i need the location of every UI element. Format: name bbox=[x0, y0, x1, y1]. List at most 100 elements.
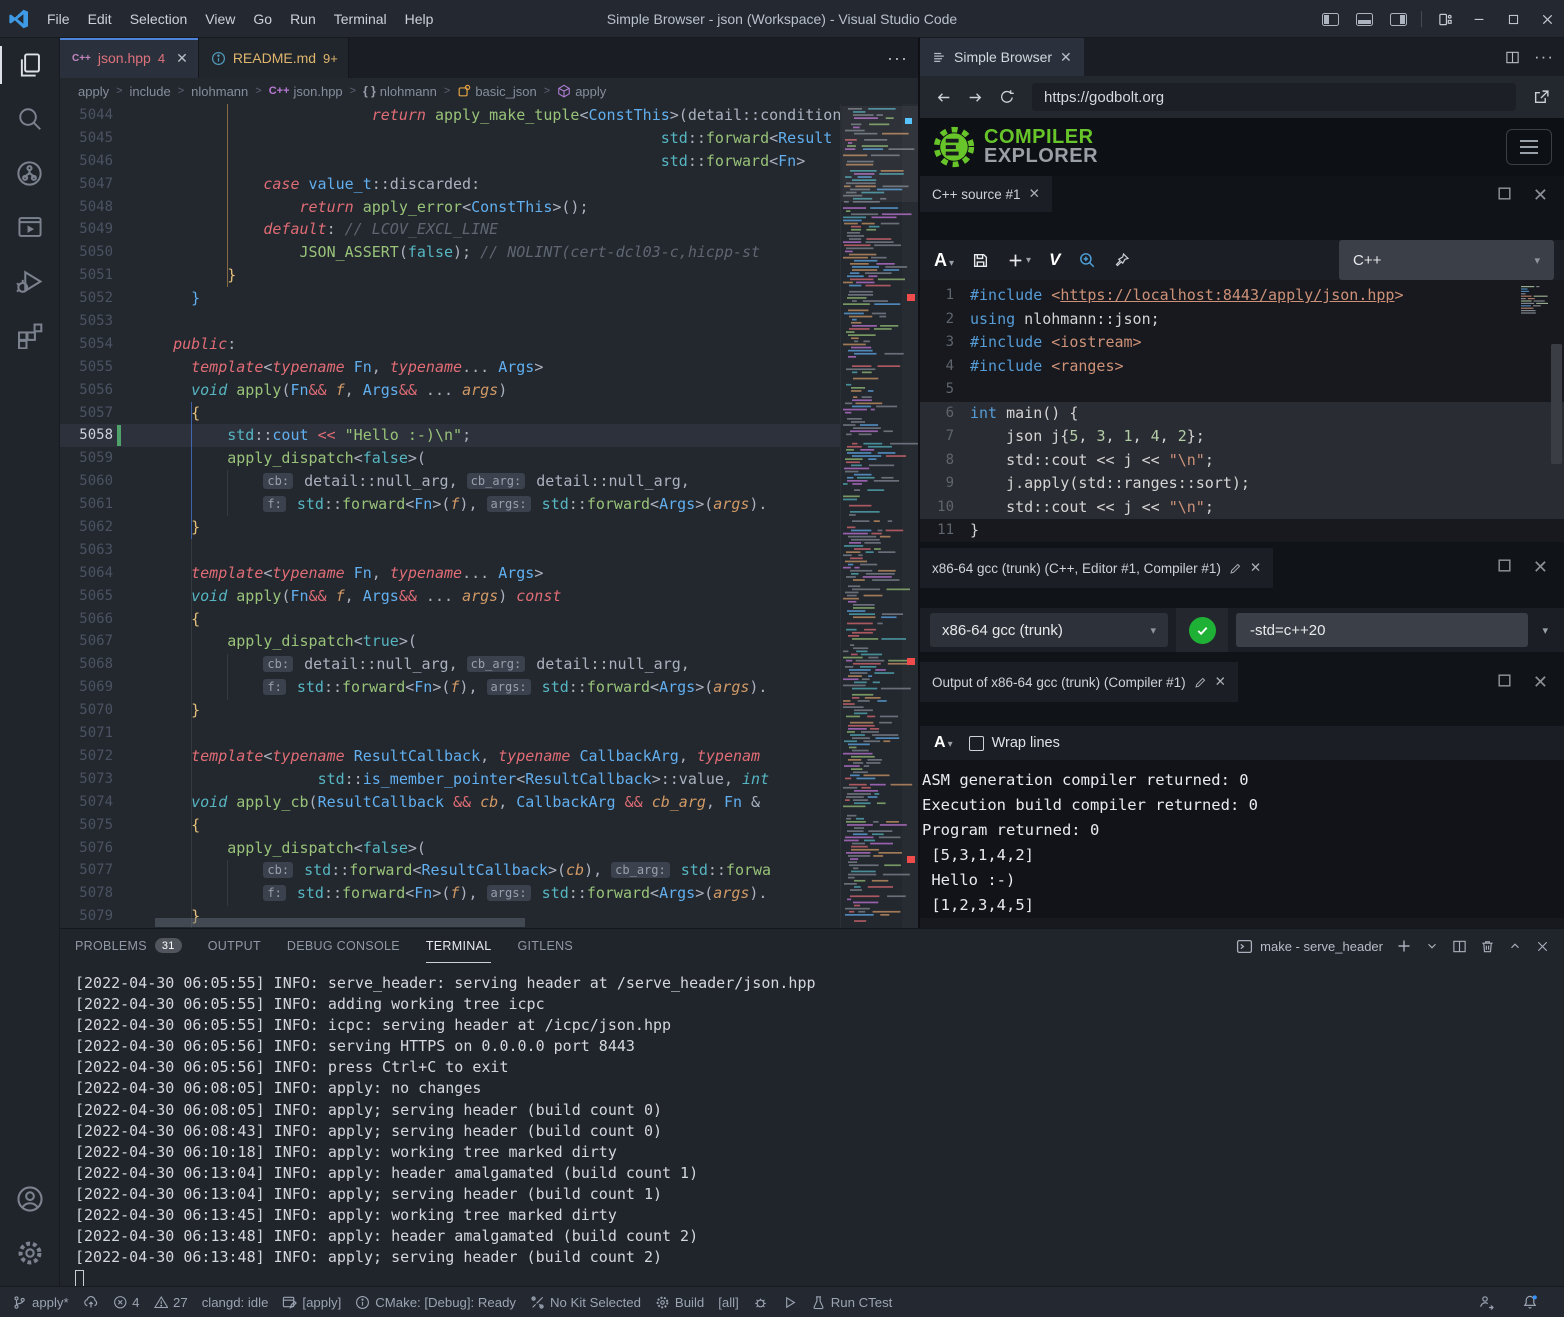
breadcrumb-item-json.hpp[interactable]: C++json.hpp bbox=[269, 84, 343, 99]
font-size-icon[interactable]: A▾ bbox=[934, 250, 954, 271]
activity-settings-gear-icon[interactable] bbox=[0, 1226, 60, 1280]
menu-selection[interactable]: Selection bbox=[121, 0, 197, 38]
more-actions-icon[interactable]: ··· bbox=[1534, 47, 1554, 67]
reload-icon[interactable] bbox=[994, 84, 1020, 110]
breadcrumb-item-basic_json[interactable]: basic_json bbox=[457, 84, 536, 99]
close-icon[interactable]: ✕ bbox=[176, 50, 188, 67]
forward-icon[interactable] bbox=[962, 84, 988, 110]
menu-edit[interactable]: Edit bbox=[79, 0, 121, 38]
tab-json.hpp[interactable]: C++json.hpp4✕ bbox=[60, 38, 199, 78]
breadcrumb-item-apply[interactable]: apply bbox=[78, 84, 109, 99]
activity-search-icon[interactable] bbox=[0, 92, 60, 146]
activity-account-icon[interactable] bbox=[0, 1172, 60, 1226]
status-4[interactable]: 4 bbox=[113, 1295, 140, 1310]
panel-tab-debug-console[interactable]: DEBUG CONSOLE bbox=[287, 929, 400, 963]
zoom-search-icon[interactable] bbox=[1078, 251, 1096, 269]
close-icon[interactable]: ✕ bbox=[1250, 560, 1261, 576]
close-pane-icon[interactable]: ✕ bbox=[1533, 185, 1548, 206]
split-editor-icon[interactable] bbox=[1505, 50, 1520, 65]
terminal-instance[interactable]: make - serve_header bbox=[1236, 938, 1383, 955]
customize-layout-icon[interactable] bbox=[1428, 0, 1462, 38]
code-editor[interactable]: 5044 return apply_make_tuple<ConstThis>(… bbox=[60, 104, 918, 928]
menu-help[interactable]: Help bbox=[396, 0, 443, 38]
font-size-icon[interactable]: A▾ bbox=[934, 734, 953, 752]
hamburger-menu-icon[interactable] bbox=[1506, 129, 1552, 165]
add-pane-icon[interactable]: ▾ bbox=[1007, 252, 1031, 269]
wrap-lines-checkbox[interactable] bbox=[969, 736, 984, 751]
breadcrumb-item-nlohmann[interactable]: { }nlohmann bbox=[363, 84, 437, 99]
status-cmake-debug-ready[interactable]: CMake: [Debug]: Ready bbox=[355, 1295, 516, 1310]
menu-go[interactable]: Go bbox=[244, 0, 281, 38]
layout-sidebar-right-icon[interactable] bbox=[1381, 0, 1415, 38]
tab-simple-browser[interactable]: Simple Browser ✕ bbox=[920, 38, 1084, 76]
vim-mode-icon[interactable]: V bbox=[1049, 250, 1060, 270]
status-play-icon[interactable] bbox=[782, 1295, 797, 1310]
pin-icon[interactable] bbox=[1114, 252, 1130, 268]
activity-extensions-icon[interactable] bbox=[0, 308, 60, 362]
horizontal-scrollbar[interactable] bbox=[155, 918, 525, 927]
layout-sidebar-left-icon[interactable] bbox=[1313, 0, 1347, 38]
options-dropdown-icon[interactable]: ▾ bbox=[1536, 624, 1554, 637]
tab-output[interactable]: Output of x86-64 gcc (trunk) (Compiler #… bbox=[920, 662, 1238, 702]
status-remote-person-icon[interactable] bbox=[1478, 1294, 1494, 1310]
close-pane-icon[interactable]: ✕ bbox=[1533, 672, 1548, 693]
split-terminal-icon[interactable] bbox=[1452, 939, 1467, 954]
activity-test-explorer-icon[interactable] bbox=[0, 200, 60, 254]
maximize-pane-icon[interactable] bbox=[1496, 557, 1513, 578]
menu-terminal[interactable]: Terminal bbox=[325, 0, 396, 38]
compiler-explorer-logo[interactable]: COMPILER EXPLORER bbox=[932, 125, 1098, 169]
compiler-options-input[interactable]: -std=c++20 bbox=[1236, 613, 1528, 647]
maximize-pane-icon[interactable] bbox=[1496, 672, 1513, 693]
url-input[interactable]: https://godbolt.org bbox=[1032, 83, 1516, 111]
status-run-ctest[interactable]: Run CTest bbox=[811, 1295, 893, 1310]
layout-panel-icon[interactable] bbox=[1347, 0, 1381, 38]
close-icon[interactable]: ✕ bbox=[1215, 674, 1226, 690]
close-pane-icon[interactable]: ✕ bbox=[1533, 557, 1548, 578]
editor-more-actions[interactable]: ··· bbox=[887, 38, 908, 78]
edit-icon[interactable] bbox=[1194, 676, 1207, 689]
minimize-icon[interactable] bbox=[1462, 0, 1496, 38]
activity-files-icon[interactable] bbox=[0, 38, 60, 92]
panel-tab-output[interactable]: OUTPUT bbox=[208, 929, 261, 963]
status-bug-icon[interactable] bbox=[753, 1295, 768, 1310]
tab-readme.md[interactable]: README.md9+ bbox=[199, 38, 349, 78]
close-panel-icon[interactable] bbox=[1535, 939, 1550, 954]
tab-compiler[interactable]: x86-64 gcc (trunk) (C++, Editor #1, Comp… bbox=[920, 548, 1273, 588]
language-select[interactable]: C++ ▾ bbox=[1339, 240, 1554, 280]
close-icon[interactable]: ✕ bbox=[1029, 186, 1040, 202]
status-cloud-upload-icon[interactable] bbox=[83, 1294, 99, 1310]
open-external-icon[interactable] bbox=[1528, 84, 1554, 110]
status--apply-[interactable]: [apply] bbox=[282, 1295, 341, 1310]
maximize-icon[interactable] bbox=[1496, 0, 1530, 38]
compiler-select[interactable]: x86-64 gcc (trunk) ▾ bbox=[930, 613, 1168, 647]
status-27[interactable]: 27 bbox=[154, 1295, 188, 1310]
status--all-[interactable]: [all] bbox=[718, 1295, 739, 1310]
menu-run[interactable]: Run bbox=[281, 0, 325, 38]
activity-source-control-icon[interactable] bbox=[0, 146, 60, 200]
status-build[interactable]: Build bbox=[655, 1295, 704, 1310]
menu-file[interactable]: File bbox=[38, 0, 79, 38]
new-terminal-icon[interactable] bbox=[1396, 938, 1412, 954]
breadcrumb-item-nlohmann[interactable]: nlohmann bbox=[191, 84, 248, 99]
maximize-pane-icon[interactable] bbox=[1496, 185, 1513, 206]
status-apply-[interactable]: apply* bbox=[12, 1295, 69, 1310]
status-no-kit-selected[interactable]: No Kit Selected bbox=[530, 1295, 641, 1310]
breadcrumb-item-apply[interactable]: apply bbox=[557, 84, 606, 99]
terminal-output[interactable]: [2022-04-30 06:05:55] INFO: serve_header… bbox=[60, 963, 1564, 1287]
breadcrumb-item-include[interactable]: include bbox=[130, 84, 171, 99]
activity-run-debug-icon[interactable] bbox=[0, 254, 60, 308]
close-window-icon[interactable] bbox=[1530, 0, 1564, 38]
godbolt-scrollbar[interactable] bbox=[1551, 344, 1562, 464]
kill-terminal-icon[interactable] bbox=[1480, 939, 1495, 954]
terminal-dropdown-icon[interactable] bbox=[1425, 939, 1439, 953]
close-icon[interactable]: ✕ bbox=[1060, 49, 1072, 66]
status-clangd-idle[interactable]: clangd: idle bbox=[202, 1295, 269, 1310]
minimap[interactable] bbox=[840, 104, 918, 928]
tab-cpp-source[interactable]: C++ source #1 ✕ bbox=[920, 176, 1052, 212]
panel-tab-problems[interactable]: PROBLEMS31 bbox=[75, 929, 182, 963]
menu-view[interactable]: View bbox=[196, 0, 244, 38]
panel-tab-terminal[interactable]: TERMINAL bbox=[426, 929, 492, 963]
edit-icon[interactable] bbox=[1229, 562, 1242, 575]
save-icon[interactable] bbox=[972, 252, 989, 269]
godbolt-editor[interactable]: 1#include <https://localhost:8443/apply/… bbox=[920, 280, 1564, 542]
